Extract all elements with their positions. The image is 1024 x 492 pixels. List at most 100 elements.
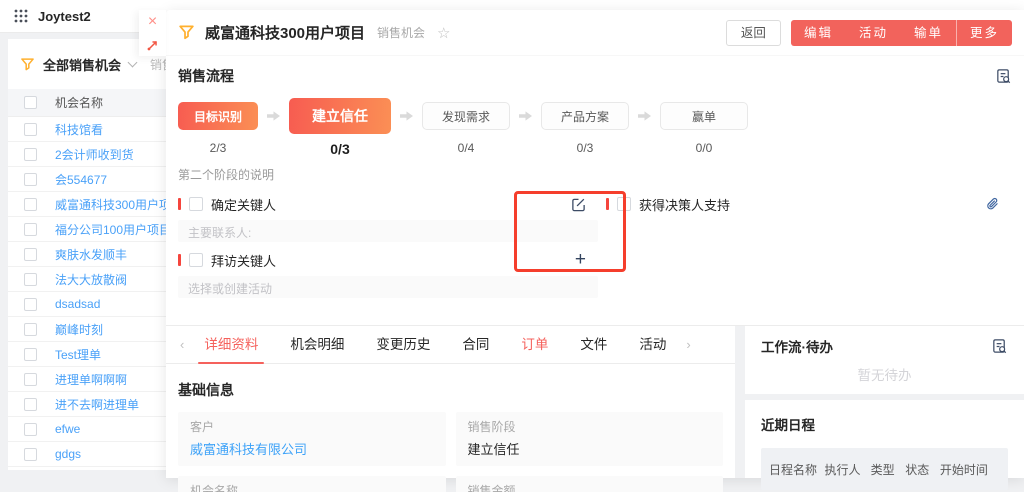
opportunity-row: 爽肤水发顺丰 [8,242,166,267]
tab-opportunity-detail[interactable]: 机会明细 [290,326,344,364]
more-button[interactable]: 更多 [956,20,1012,46]
process-log-search-icon[interactable] [995,68,1012,85]
stage-description: 第二个阶段的说明 [178,166,1012,183]
side-info-pane: 工作流·待办 暂无待办 近期日程 日程名称 [745,326,1024,478]
row-checkbox[interactable] [24,398,37,411]
row-checkbox[interactable] [24,448,37,461]
task-checkbox[interactable] [189,253,203,267]
recent-schedule-title: 近期日程 [761,414,1008,434]
funnel-icon [20,57,35,72]
stage-button[interactable]: 产品方案 [541,102,629,130]
opportunity-link[interactable]: 进不去啊进理单 [55,396,139,413]
filter-secondary-label: 销售机会 [150,56,166,73]
stage-done: 目标识别 2/3 [178,98,258,155]
list-header: 机会名称 [8,89,166,117]
stage-checklist: 确定关键人 主要联系人: 拜访关键人 + 选择或创建活动 [178,191,1012,307]
opportunity-link[interactable]: 福分公司100用户项目 [55,221,166,238]
opportunity-row: efwe [8,417,166,442]
tab-order[interactable]: 订单 [521,326,548,364]
opportunity-link[interactable]: 威富通科技300用户项目 [55,196,166,213]
stage-count: 0/0 [696,141,713,155]
schedule-col-name: 日程名称 [769,461,824,478]
stage-arrow-icon [400,98,413,134]
workflow-log-search-icon[interactable] [991,338,1008,355]
opportunity-link[interactable]: 科技馆看 [55,121,103,138]
workflow-empty-text: 暂无待办 [761,364,1008,384]
app-grid-menu-icon[interactable] [14,9,28,23]
opportunity-list-panel: 全部销售机会 销售机会 机会名称 科技馆看 2会计师收到货 会554677 威富… [8,39,166,470]
opportunity-link[interactable]: Test理单 [55,346,101,363]
opportunity-link[interactable]: 进理单啊啊啊 [55,371,127,388]
opportunity-row: dsadsad [8,292,166,317]
row-checkbox[interactable] [24,223,37,236]
stage-button[interactable]: 建立信任 [289,98,391,134]
opportunity-link[interactable]: efwe [55,422,80,436]
opportunity-row: 科技馆看 [8,117,166,142]
paperclip-icon[interactable] [985,197,1000,212]
row-checkbox[interactable] [24,298,37,311]
opportunity-row: Test理单 [8,342,166,367]
tab-change-history[interactable]: 变更历史 [376,326,430,364]
opportunity-link[interactable]: dsadsad [55,297,100,311]
opportunity-row: 会554677 [8,167,166,192]
close-icon[interactable]: × [148,14,157,30]
stage-button[interactable]: 赢单 [660,102,748,130]
tabs-scroll-left-icon[interactable]: ‹ [176,337,188,352]
opportunity-link[interactable]: gdgs [55,447,81,461]
sales-process-section: 销售流程 目标识别 2/3 建立信任 0/3 发 [166,56,1024,315]
task-checkbox[interactable] [189,197,203,211]
filter-view-label[interactable]: 全部销售机会 [43,55,121,74]
row-checkbox[interactable] [24,123,37,136]
field-label: 销售阶段 [468,418,712,435]
row-checkbox[interactable] [24,198,37,211]
tab-detail-info[interactable]: 详细资料 [204,326,258,364]
row-checkbox[interactable] [24,423,37,436]
stage-count: 0/3 [577,141,594,155]
row-checkbox[interactable] [24,273,37,286]
chevron-down-icon[interactable] [128,58,138,68]
drawer-header: 威富通科技300用户项目 销售机会 ☆ 返回 编辑 活动 输单 更多 [166,10,1024,56]
opportunity-link[interactable]: 巅峰时刻 [55,321,103,338]
customer-link[interactable]: 威富通科技有限公司 [190,439,434,458]
checklist-item: 获得决策人支持 [606,195,1012,213]
row-checkbox[interactable] [24,373,37,386]
edit-button[interactable]: 编辑 [791,20,846,46]
edit-icon[interactable] [571,197,586,212]
field-label: 客户 [190,418,434,435]
tabs-scroll-right-icon[interactable]: › [682,337,694,352]
tab-activity[interactable]: 活动 [639,326,666,364]
opportunity-row: 进不去啊进理单 [8,392,166,417]
opportunity-link[interactable]: 法大大放散阀 [55,271,127,288]
row-checkbox[interactable] [24,348,37,361]
stage-button[interactable]: 发现需求 [422,102,510,130]
back-button[interactable]: 返回 [726,20,781,46]
stage-count: 2/3 [210,141,227,155]
required-marker [178,254,181,266]
task-subfield[interactable]: 主要联系人: [178,220,598,242]
opportunity-link[interactable]: 会554677 [55,171,107,188]
drawer-controls: × [139,10,166,56]
opportunity-link[interactable]: 爽肤水发顺丰 [55,246,127,263]
row-checkbox[interactable] [24,173,37,186]
opportunity-link[interactable]: 2会计师收到货 [55,146,134,163]
stage-arrow-icon [519,98,532,134]
add-activity-button[interactable]: + [575,251,586,269]
stage-current: 建立信任 0/3 [289,98,391,157]
stage-button[interactable]: 目标识别 [178,102,258,130]
select-all-checkbox[interactable] [24,96,37,109]
schedule-col-start-time: 开始时间 [940,461,1000,478]
row-checkbox[interactable] [24,323,37,336]
task-subfield[interactable]: 选择或创建活动 [178,276,598,298]
opportunity-row: 巅峰时刻 [8,317,166,342]
row-checkbox[interactable] [24,248,37,261]
schedule-col-type: 类型 [871,461,906,478]
row-checkbox[interactable] [24,148,37,161]
activity-button[interactable]: 活动 [846,20,901,46]
pipeline-stages: 目标识别 2/3 建立信任 0/3 发现需求 0/4 产品方案 0/3 赢单 0… [178,98,1012,157]
tab-contract[interactable]: 合同 [462,326,489,364]
task-checkbox[interactable] [617,197,631,211]
tab-files[interactable]: 文件 [580,326,607,364]
lose-order-button[interactable]: 输单 [901,20,956,46]
star-icon[interactable]: ☆ [437,24,450,42]
expand-icon[interactable] [146,39,159,52]
